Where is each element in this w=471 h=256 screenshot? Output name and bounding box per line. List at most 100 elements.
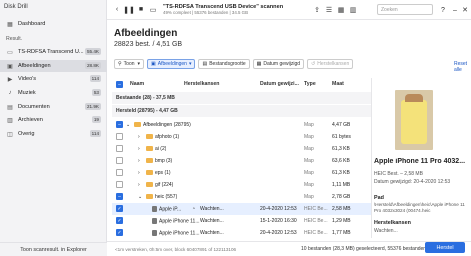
row-chances: Wachten... [200,229,224,236]
row-type: Map [304,157,314,164]
expand-chevron-icon[interactable]: › [138,134,140,140]
sidebar-item-label: Video's [18,76,37,82]
scan-info: "TS-RDFSA Transcend USB Device" scannen … [163,4,293,15]
table-row[interactable]: › gif (224) Map 1,11 MB [112,179,371,191]
row-checkbox[interactable] [116,133,123,140]
sidebar-item-archives[interactable]: ▥ Archieven 19 [0,114,107,126]
selection-summary: 10 bestanden (28,3 MB) geselecteerd, 553… [301,246,440,252]
table-row[interactable]: ✓ Apple iPhone 11... Wachten... 15-1-202… [112,215,371,227]
row-type: HEIC Be... [304,205,328,212]
count-badge: 114 [89,75,101,82]
expand-chevron-icon[interactable]: › [138,182,140,188]
help-icon[interactable]: ? [437,4,449,16]
row-name: Apple iP... [152,205,182,212]
column-header-date[interactable]: Datum gewijzi... [260,78,299,90]
table-row[interactable]: ✓ Apple iP... ◔ Wachten... 20-4-2020 12:… [112,203,371,215]
pause-icon[interactable]: ❚❚ [123,4,135,16]
sidebar-item-other[interactable]: ◫ Overig 114 [0,128,107,140]
row-name-text: Apple iPhone 11... [159,229,200,236]
expand-chevron-icon[interactable]: › [138,146,140,152]
row-name: Apple iPhone 11... [152,229,200,236]
sidebar-item-images[interactable]: ▣ Afbeeldingen 28.8K [0,60,107,72]
folder-icon [146,145,153,151]
row-checkbox[interactable] [116,145,123,152]
row-checkbox[interactable] [116,181,123,188]
group-row-existing[interactable]: Bestaande (28) - 37,5 MB [112,92,371,104]
upload-icon[interactable]: ⇪ [311,4,323,16]
count-badge: 55.4K [84,48,101,55]
page-subtitle: 28823 best. / 4,51 GB [114,41,183,48]
row-name-text: Apple iP... [159,205,182,212]
dashboard-icon: ▦ [7,21,13,28]
close-icon[interactable]: ✕ [459,4,471,16]
row-name-text: eps (1) [155,169,171,176]
row-name-text: ai (2) [155,145,167,152]
row-checkbox[interactable] [116,169,123,176]
row-name-text: heic (557) [155,193,178,200]
file-icon [152,205,157,212]
expand-chevron-icon[interactable]: ⌄ [126,122,130,128]
preview-image [395,90,433,150]
list-view-icon[interactable]: ☰ [323,4,335,16]
count-badge: 19 [91,116,101,123]
file-icon [152,217,157,224]
row-size: 2,78 GB [332,193,351,200]
drive-icon: ▭ [7,49,13,56]
images-filter-label: Afbeeldingen [157,61,187,67]
show-results-in-explorer-button[interactable]: Toon scanresult. in Explorer [0,242,107,256]
row-checkbox[interactable] [116,157,123,164]
table-row[interactable]: › bmp (3) Map 63,6 KB [112,155,371,167]
image-icon: ▣ [7,63,13,70]
table-row[interactable]: › afphoto (1) Map 61 bytes [112,131,371,143]
row-name-text: bmp (3) [155,157,173,164]
column-header-type[interactable]: Type [304,78,316,90]
row-checkbox[interactable]: ✓ [116,229,123,236]
table-row[interactable]: ✓ Apple iPhone 11... Wachten... 20-4-202… [112,227,371,239]
table-row[interactable]: › ai (2) Map 61,3 KB [112,143,371,155]
sidebar-item-label: Archieven [18,117,43,123]
images-filter-button[interactable]: ▣ Afbeeldingen ▾ [147,59,196,69]
drive-icon: ▭ [149,6,157,14]
sidebar-item-videos[interactable]: ▶ Video's 114 [0,73,107,85]
file-size-filter-button[interactable]: ▤ Bestandsgrootte [198,59,250,69]
video-icon: ▶ [7,76,13,83]
sidebar-item-drive[interactable]: ▭ TS-RDFSA Transcend U... 55.4K [0,46,107,58]
select-all-checkbox[interactable]: – [116,81,123,88]
sidebar-item-label: Overig [18,131,35,137]
sidebar: Disk Drill ▦ Dashboard Result. ▭ TS-RDFS… [0,0,107,256]
column-header-chances[interactable]: Herstelkansen [184,78,219,90]
recover-button[interactable]: Herstel [425,242,465,253]
show-filter-label: Toon [123,61,135,67]
recovery-chances-filter-button[interactable]: ↺ Herstelkansen [307,59,354,69]
sidebar-item-dashboard[interactable]: ▦ Dashboard [0,18,107,30]
back-icon[interactable]: ‹ [111,4,123,16]
folder-icon [146,181,153,187]
reset-all-link[interactable]: Reset alle [454,61,471,73]
panel-view-icon[interactable]: ▥ [347,4,359,16]
stop-icon[interactable]: ■ [135,4,147,16]
grid-view-icon[interactable]: ▦ [335,4,347,16]
column-header-name[interactable]: Naam [130,78,144,90]
group-row-recovered[interactable]: Hersteld (28795) - 4,47 GB [112,105,371,117]
show-filter-button[interactable]: ⚲ Toon ▾ [114,59,145,69]
folder-icon [146,193,153,199]
column-header-size[interactable]: Maat [332,78,344,90]
sidebar-item-music[interactable]: ♪ Muziek 53 [0,87,107,99]
row-checkbox[interactable]: ✓ [116,217,123,224]
scan-status: 49% compleet | 55376 bestanden | 34.5 GB [163,10,249,15]
row-checkbox[interactable]: ✓ [116,205,123,212]
table-row[interactable]: › eps (1) Map 61,3 KB [112,167,371,179]
sidebar-item-documents[interactable]: ▤ Documenten 21.9K [0,101,107,113]
search-input[interactable]: Zoeken [377,4,433,15]
date-modified-filter-button[interactable]: ▦ Datum gewijzigd [252,59,305,69]
row-checkbox[interactable]: – [116,193,123,200]
table-row[interactable]: – ⌄ heic (557) Map 2,78 GB [112,191,371,203]
sidebar-item-label: Documenten [18,104,50,110]
expand-chevron-icon[interactable]: › [138,170,140,176]
expand-chevron-icon[interactable]: › [138,158,140,164]
row-type: Map [304,181,314,188]
row-checkbox[interactable]: – [116,121,123,128]
expand-chevron-icon[interactable]: ⌄ [138,194,142,200]
preview-subtitle: HEIC Best. – 2,58 MB [374,171,423,177]
table-row[interactable]: – ⌄ Afbeeldingen (28795) Map 4,47 GB [112,119,371,131]
